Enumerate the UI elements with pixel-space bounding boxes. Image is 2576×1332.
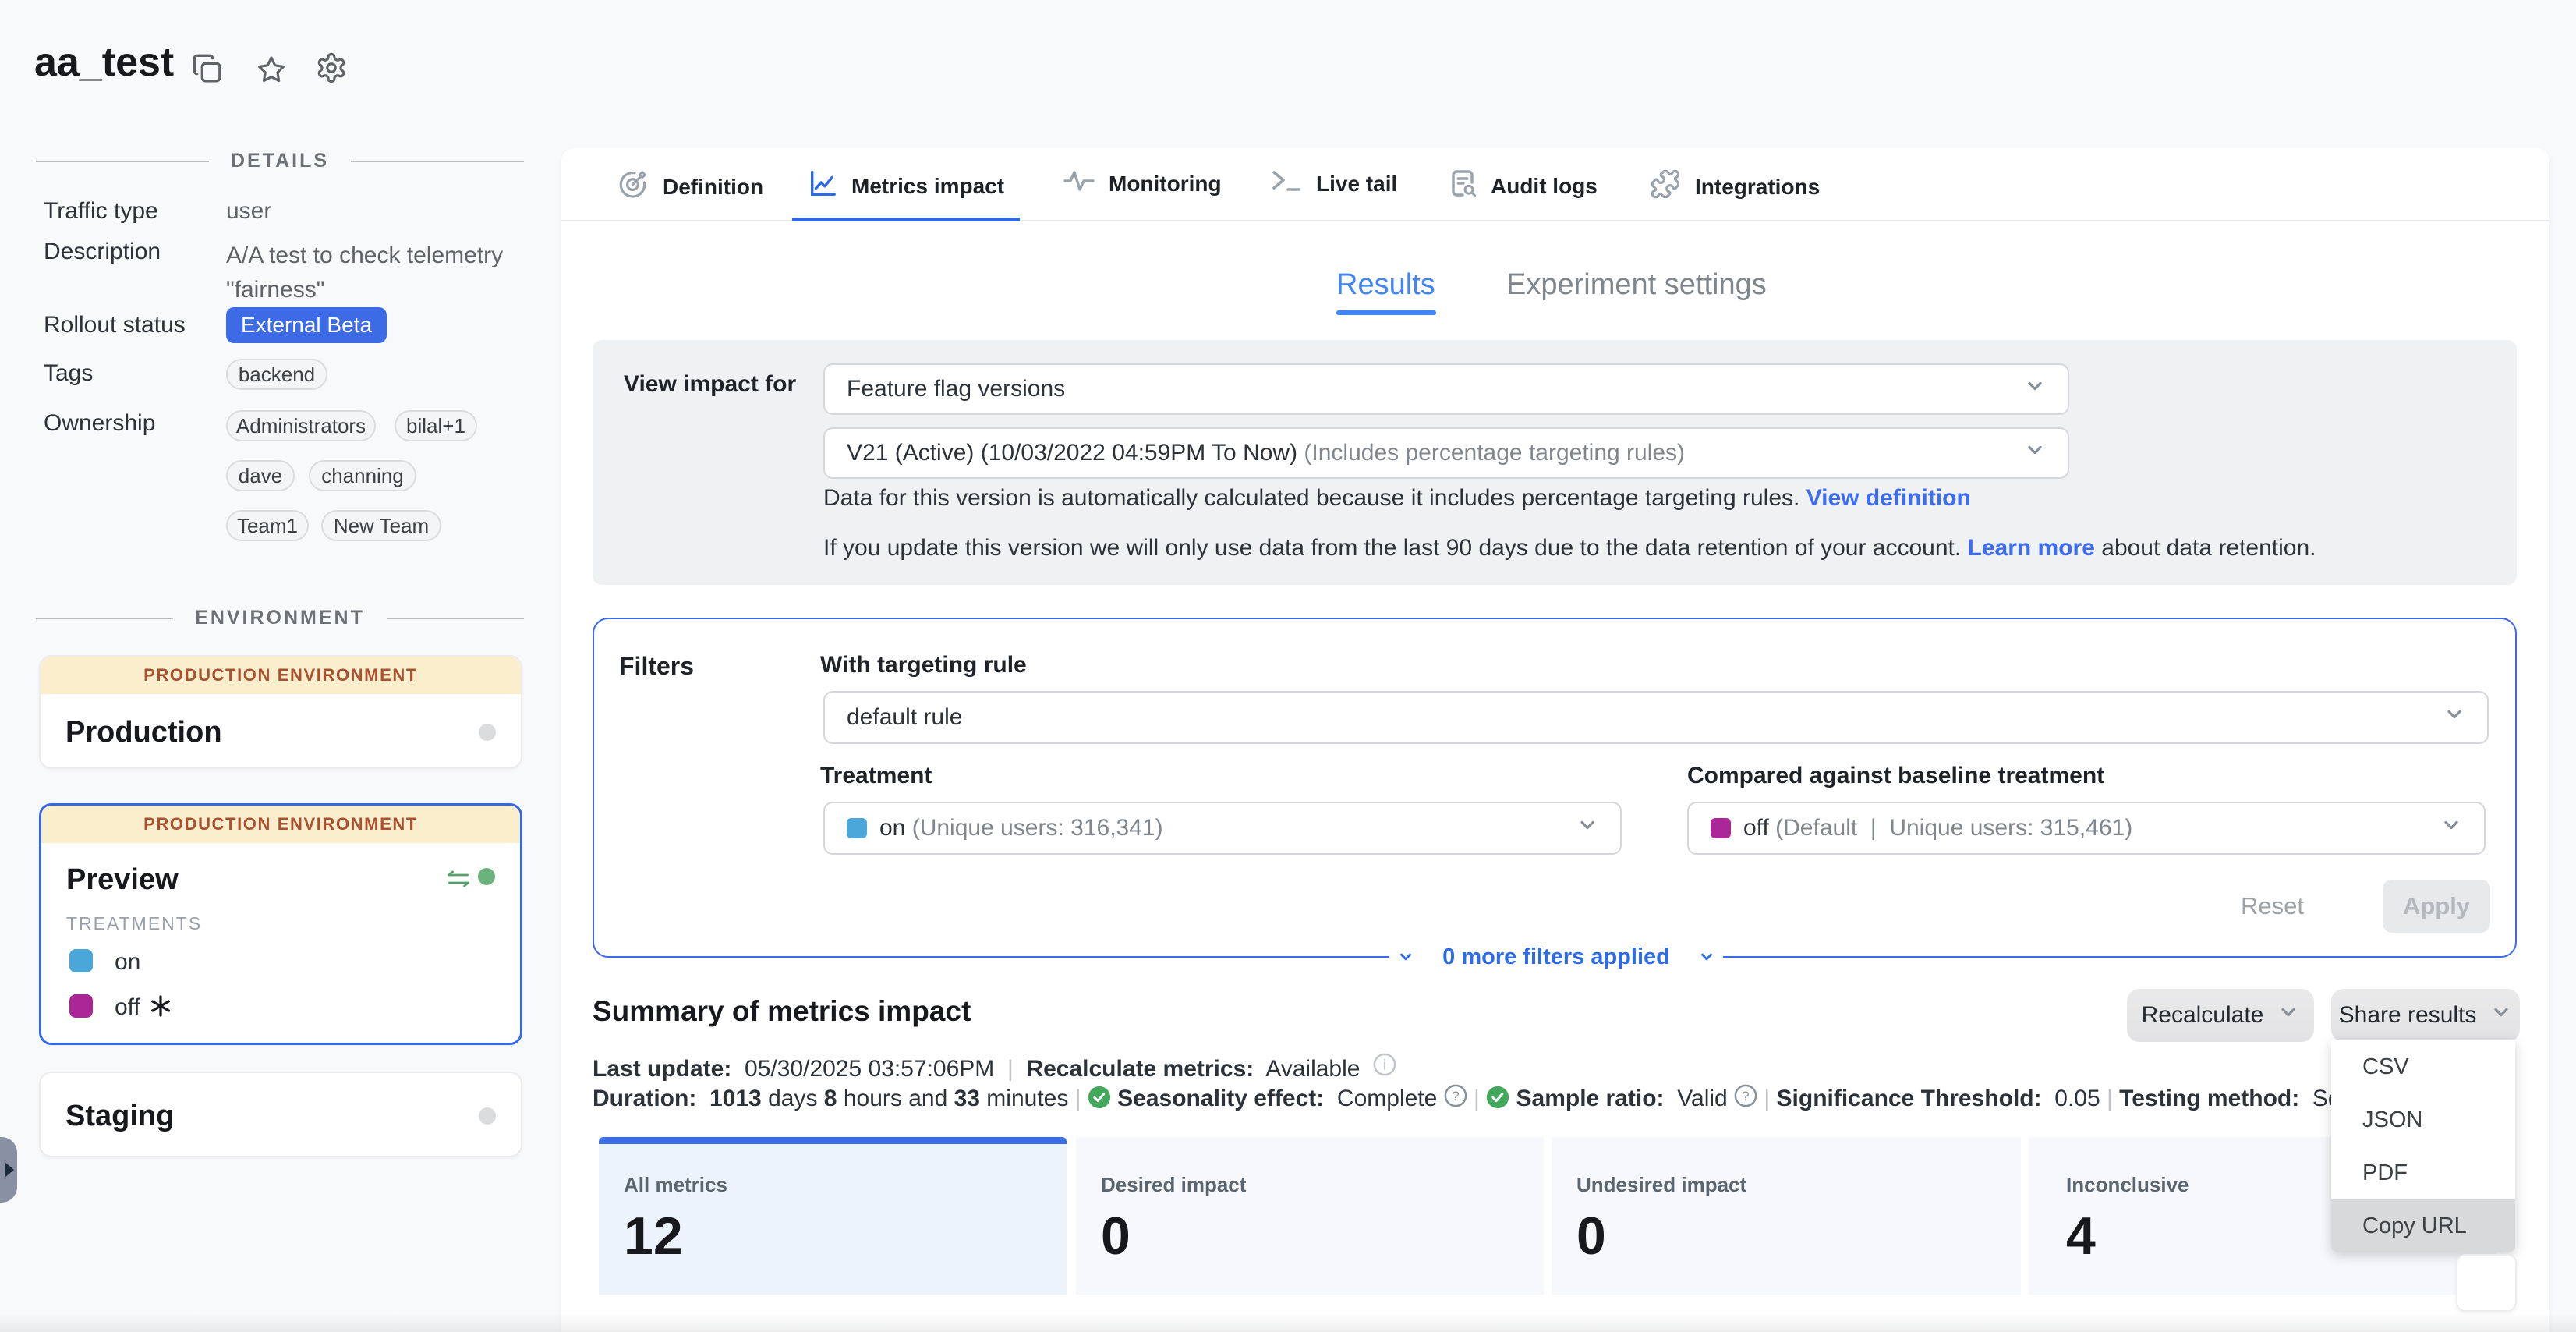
svg-text:?: ? [1452,1089,1459,1104]
svg-text:?: ? [1742,1089,1749,1104]
svg-text:i: i [1383,1056,1386,1072]
